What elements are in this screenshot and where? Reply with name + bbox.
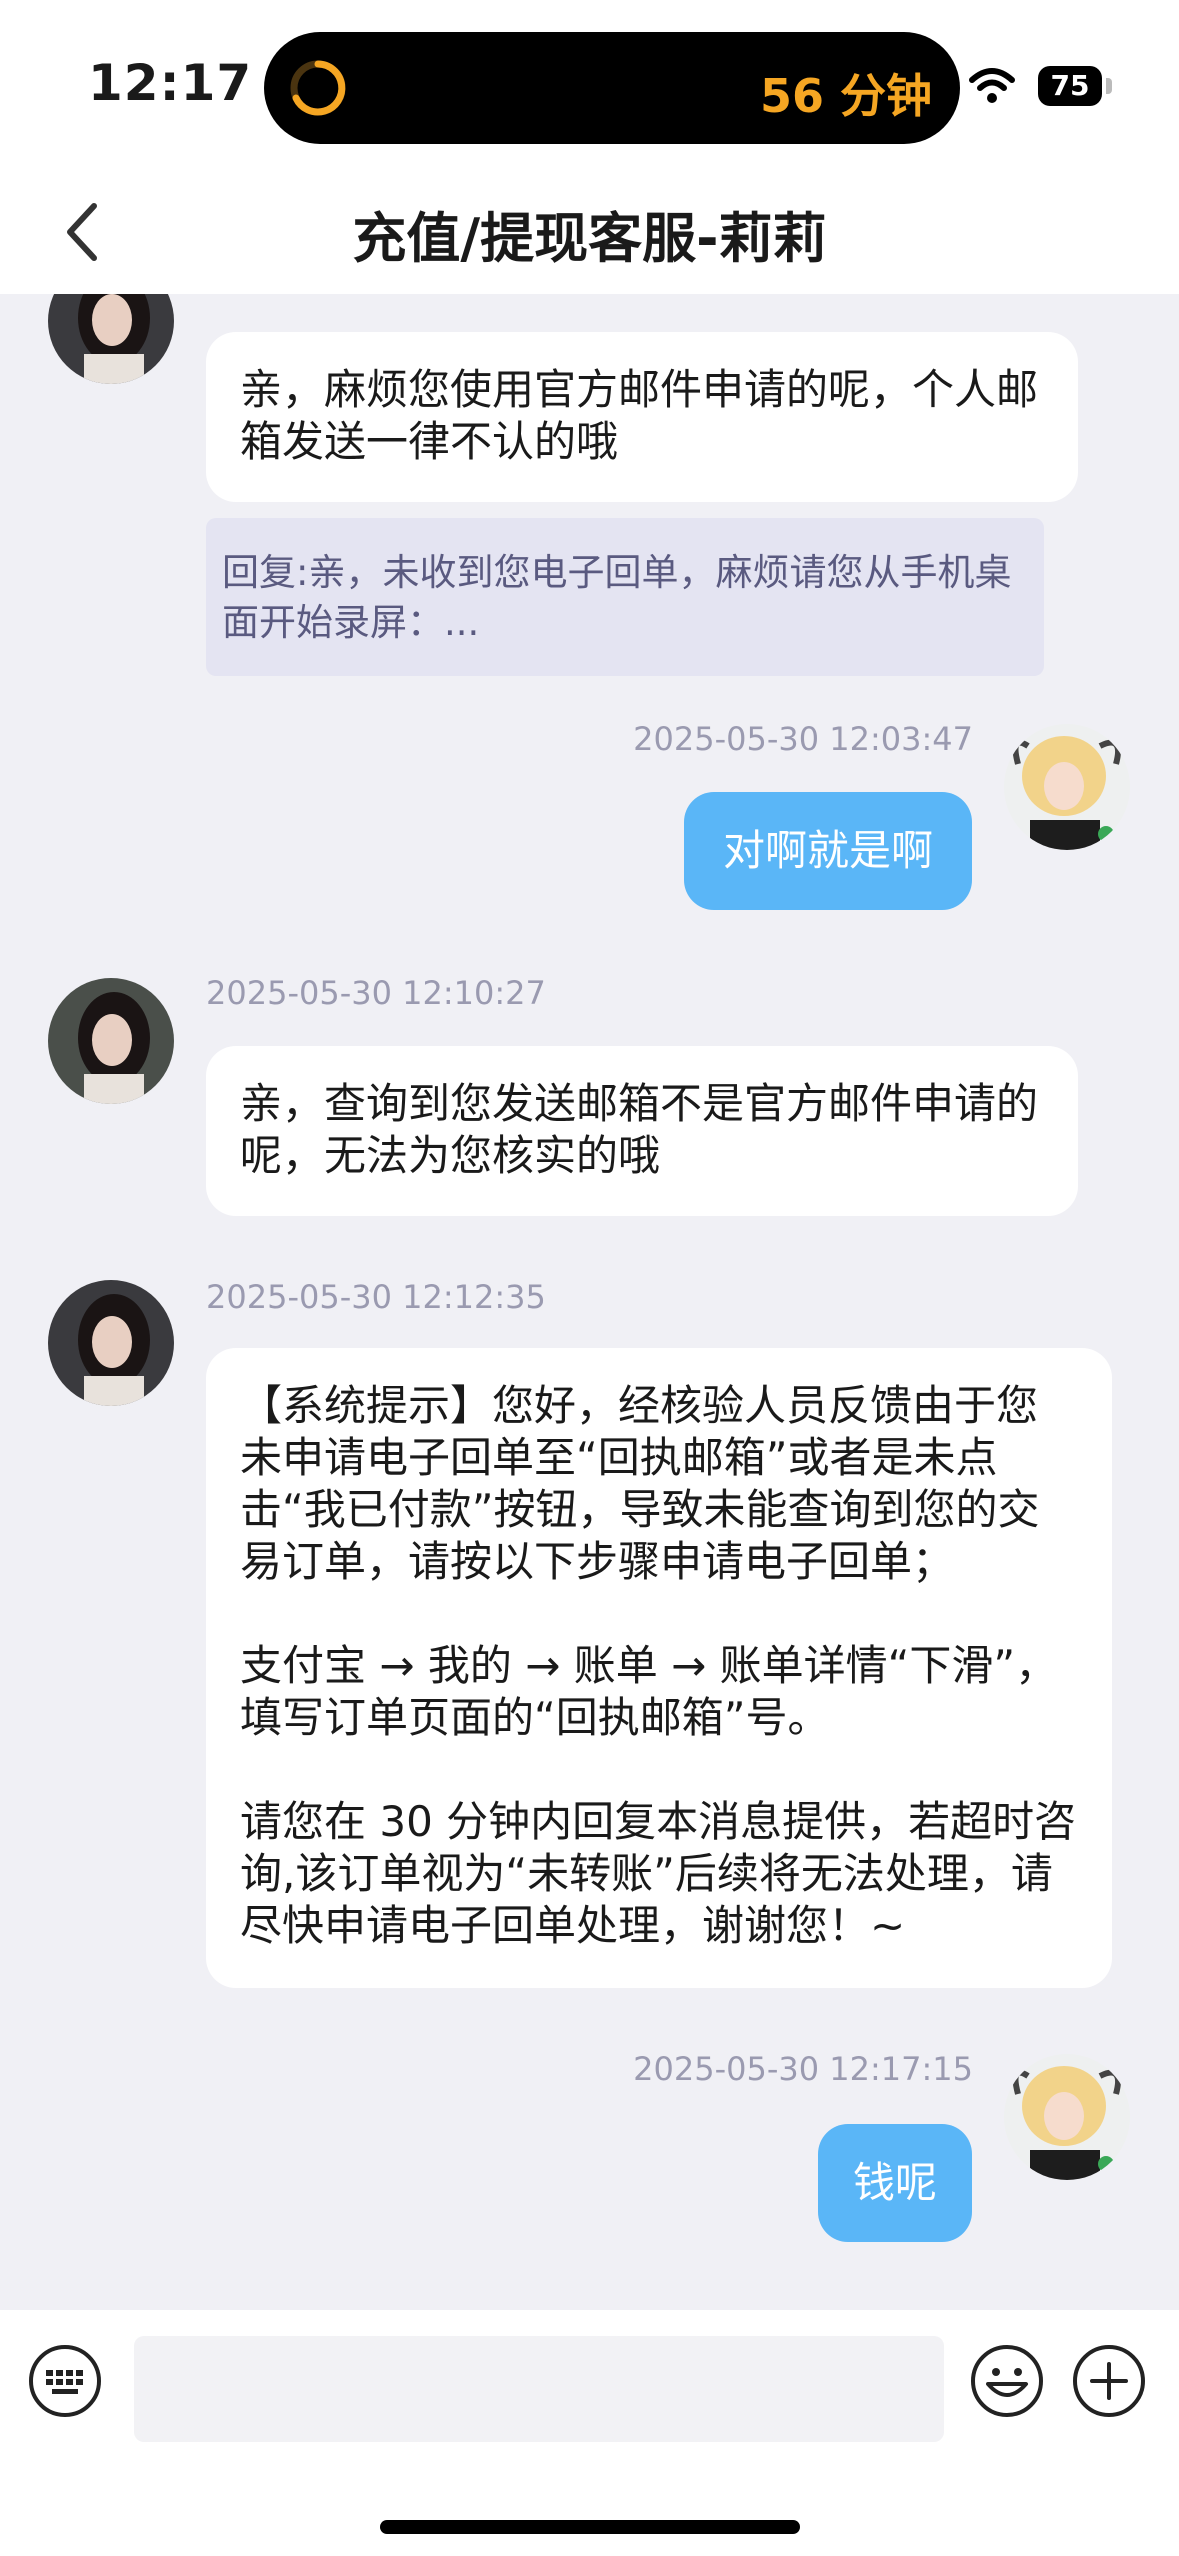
battery-icon: 75 bbox=[1038, 66, 1114, 106]
emoji-icon[interactable] bbox=[970, 2344, 1044, 2418]
nav-bar: 充值/提现客服-莉莉 bbox=[0, 170, 1179, 294]
message-input[interactable] bbox=[134, 2336, 944, 2442]
message-timestamp: 2025-05-30 12:10:27 bbox=[206, 974, 546, 1012]
user-avatar[interactable] bbox=[1004, 724, 1130, 850]
message-timestamp: 2025-05-30 12:17:15 bbox=[633, 2050, 973, 2088]
input-bar bbox=[0, 2310, 1179, 2556]
status-time: 12:17 bbox=[88, 54, 253, 112]
quote-text: 亲，未收到您电子回单，麻烦请您从手机桌面开始录屏：... bbox=[222, 551, 1012, 644]
message-timestamp: 2025-05-30 12:12:35 bbox=[206, 1278, 546, 1316]
message-bubble[interactable]: 亲，麻烦您使用官方邮件申请的呢，个人邮箱发送一律不认的哦 bbox=[206, 332, 1078, 502]
agent-avatar[interactable] bbox=[48, 1280, 174, 1406]
message-timestamp: 2025-05-30 12:03:47 bbox=[633, 720, 973, 758]
dynamic-island[interactable]: 56 分钟 bbox=[264, 32, 960, 144]
timer-ring-icon bbox=[290, 60, 346, 116]
system-notice-bubble[interactable]: 【系统提示】您好，经核验人员反馈由于您未申请电子回单至“回执邮箱”或者是未点击“… bbox=[206, 1348, 1112, 1988]
message-bubble-self[interactable]: 对啊就是啊 bbox=[684, 792, 972, 910]
reply-quote[interactable]: 回复: 亲，未收到您电子回单，麻烦请您从手机桌面开始录屏：... bbox=[206, 518, 1044, 676]
message-bubble[interactable]: 亲，查询到您发送邮箱不是官方邮件申请的呢，无法为您核实的哦 bbox=[206, 1046, 1078, 1216]
user-avatar[interactable] bbox=[1004, 2054, 1130, 2180]
plus-icon[interactable] bbox=[1072, 2344, 1146, 2418]
message-list[interactable]: 亲，麻烦您使用官方邮件申请的呢，个人邮箱发送一律不认的哦 回复: 亲，未收到您电… bbox=[0, 294, 1179, 2310]
agent-avatar[interactable] bbox=[48, 294, 174, 384]
quote-label: 回复: bbox=[222, 551, 309, 594]
agent-avatar[interactable] bbox=[48, 978, 174, 1104]
status-bar: 12:17 56 分钟 75 bbox=[0, 0, 1179, 170]
wifi-icon bbox=[969, 68, 1015, 103]
page-title: 充值/提现客服-莉莉 bbox=[352, 207, 827, 270]
keyboard-icon[interactable] bbox=[28, 2344, 102, 2418]
message-bubble-self[interactable]: 钱呢 bbox=[818, 2124, 972, 2242]
battery-level: 75 bbox=[1050, 69, 1090, 102]
timer-text: 56 分钟 bbox=[759, 69, 932, 123]
home-indicator[interactable] bbox=[380, 2520, 800, 2534]
